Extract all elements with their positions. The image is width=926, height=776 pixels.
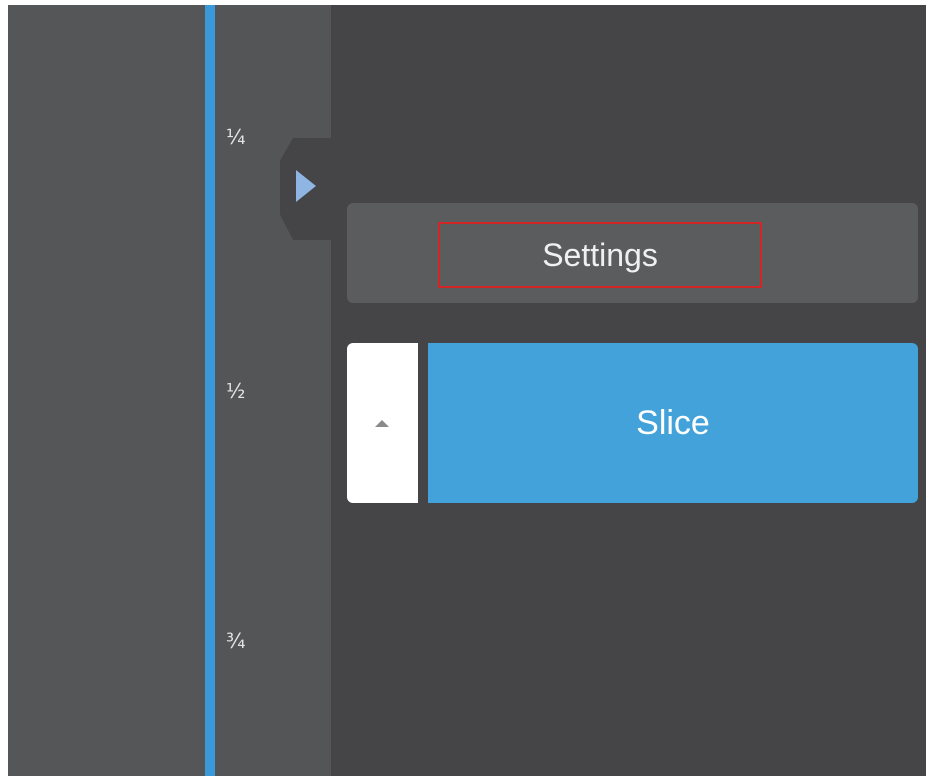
ruler-tick-three-quarter: ¾ bbox=[226, 629, 246, 653]
ruler-tick-quarter: ¼ bbox=[226, 125, 246, 149]
progress-track bbox=[205, 5, 215, 776]
ruler: ¼ ½ ¾ bbox=[215, 5, 331, 776]
left-panel bbox=[8, 5, 205, 776]
caret-up-icon bbox=[375, 420, 389, 427]
slice-button[interactable]: Slice bbox=[428, 343, 918, 503]
ruler-tick-half: ½ bbox=[226, 379, 246, 403]
settings-button[interactable]: Settings bbox=[347, 203, 918, 303]
collapse-button[interactable] bbox=[347, 343, 418, 503]
settings-label: Settings bbox=[438, 222, 762, 288]
play-arrow-icon bbox=[296, 170, 316, 202]
app-window: ¼ ½ ¾ Settings Slice bbox=[8, 5, 926, 776]
